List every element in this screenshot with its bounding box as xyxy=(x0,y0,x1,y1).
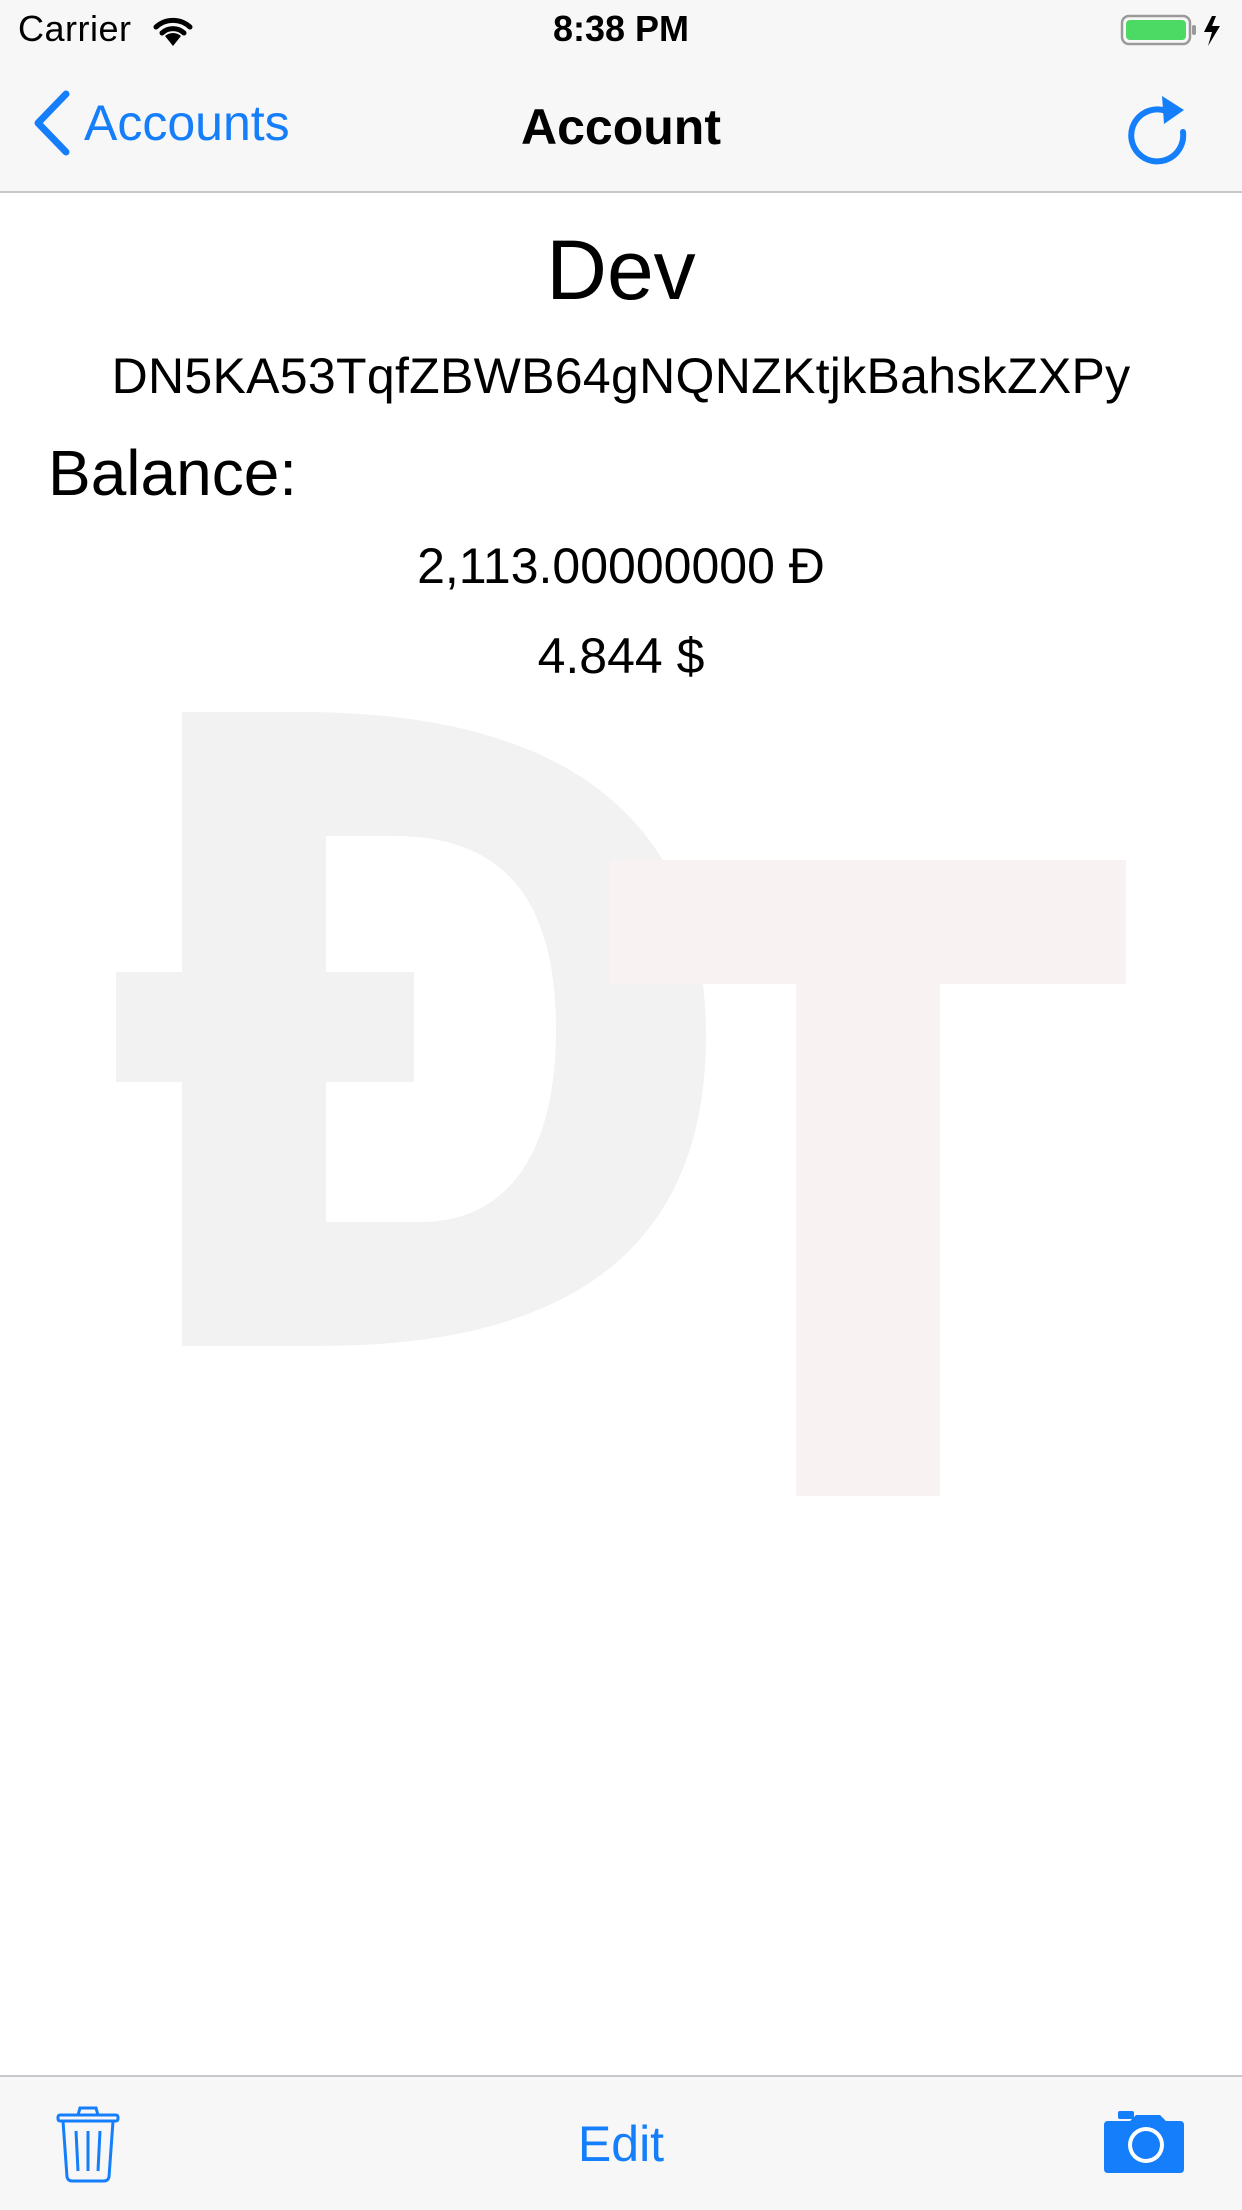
watermark-t-stem xyxy=(796,984,940,1496)
camera-icon[interactable] xyxy=(1104,2111,1184,2173)
app-logo-watermark xyxy=(116,712,1126,1496)
balance-label: Balance: xyxy=(48,437,298,509)
edit-button[interactable]: Edit xyxy=(0,2115,1242,2173)
bottom-toolbar: Edit xyxy=(0,2075,1242,2210)
watermark-d-bar xyxy=(116,972,414,1082)
refresh-icon[interactable] xyxy=(1122,90,1192,166)
status-bar: Carrier 8:38 PM xyxy=(0,0,1242,60)
navigation-bar: Accounts Account xyxy=(0,60,1242,193)
balance-doge-value: 2,113.00000000 Đ xyxy=(417,538,825,594)
balance-usd-value: 4.844 $ xyxy=(537,628,705,684)
page-title: Account xyxy=(521,99,721,155)
account-name: Dev xyxy=(546,223,696,317)
battery-icon xyxy=(1120,14,1220,46)
account-address: DN5KA53TqfZBWB64gNQNZKtjkBahskZXPy xyxy=(111,348,1131,404)
status-time: 8:38 PM xyxy=(552,8,690,49)
watermark-d-glyph xyxy=(182,712,706,1346)
watermark-t-top xyxy=(610,860,1126,984)
